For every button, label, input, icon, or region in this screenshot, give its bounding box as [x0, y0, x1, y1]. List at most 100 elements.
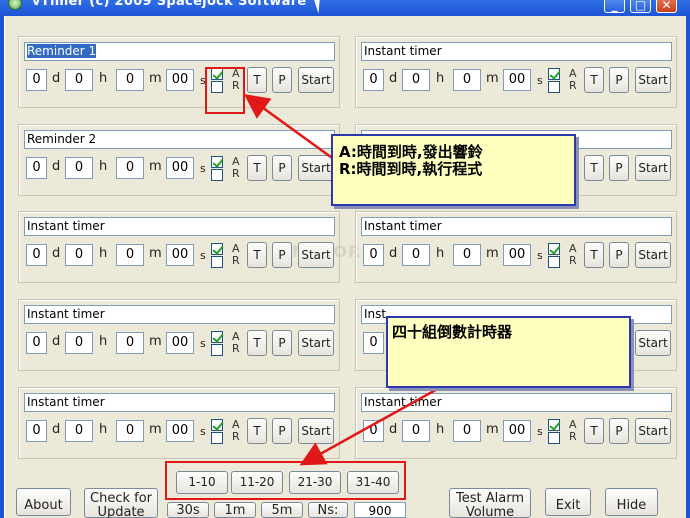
days-input[interactable]: 0: [26, 157, 47, 179]
preset-30s-button[interactable]: 30s: [167, 502, 209, 518]
seconds-input[interactable]: 00: [503, 244, 531, 266]
timer-name-input[interactable]: Reminder 1: [24, 42, 335, 61]
pause-button[interactable]: P: [609, 155, 629, 181]
about-button[interactable]: About: [16, 488, 71, 516]
timer-name-input[interactable]: Instant timer: [24, 217, 335, 236]
start-button[interactable]: Start: [298, 418, 334, 444]
run-program-checkbox[interactable]: [211, 256, 223, 268]
test-button[interactable]: T: [584, 242, 604, 268]
start-button[interactable]: Start: [298, 242, 334, 268]
start-button[interactable]: Start: [635, 67, 671, 93]
pause-button[interactable]: P: [272, 155, 292, 181]
run-program-checkbox[interactable]: [548, 81, 560, 93]
hours-input[interactable]: 0: [65, 420, 93, 442]
minutes-input[interactable]: 0: [116, 332, 144, 354]
pause-button[interactable]: P: [272, 67, 292, 93]
days-input[interactable]: 0: [26, 332, 47, 354]
hours-input[interactable]: 0: [402, 420, 430, 442]
hours-input[interactable]: 0: [65, 69, 93, 91]
seconds-input[interactable]: 00: [166, 244, 194, 266]
minutes-input[interactable]: 0: [453, 420, 481, 442]
run-program-checkbox[interactable]: [211, 344, 223, 356]
timer-panel[interactable]: Instant timer 0 d 0 h 0 m 00 s A R T P Start: [18, 387, 340, 459]
hours-input[interactable]: 0: [65, 157, 93, 179]
run-program-checkbox[interactable]: [211, 169, 223, 181]
test-button[interactable]: T: [247, 242, 267, 268]
hours-input[interactable]: 0: [65, 244, 93, 266]
days-input[interactable]: 0: [363, 420, 384, 442]
test-button[interactable]: T: [584, 67, 604, 93]
start-button[interactable]: Start: [635, 242, 671, 268]
run-program-checkbox[interactable]: [548, 432, 560, 444]
maximize-button[interactable]: □: [630, 0, 651, 13]
preset-ns-button[interactable]: Ns:: [308, 502, 348, 518]
start-button[interactable]: Start: [298, 330, 334, 356]
timer-panel[interactable]: Reminder 1 0 d 0 h 0 m 00 s A R T P Start: [18, 36, 340, 108]
days-input[interactable]: 0: [26, 244, 47, 266]
test-button[interactable]: T: [584, 155, 604, 181]
seconds-input[interactable]: 00: [166, 157, 194, 179]
minutes-input[interactable]: 0: [116, 420, 144, 442]
hours-input[interactable]: 0: [402, 69, 430, 91]
timer-name-input[interactable]: Instant timer: [361, 217, 672, 236]
page-tab-21-30[interactable]: 21-30: [289, 471, 341, 494]
test-button[interactable]: T: [247, 418, 267, 444]
minutes-input[interactable]: 0: [453, 244, 481, 266]
pause-button[interactable]: P: [272, 330, 292, 356]
days-input[interactable]: 0: [363, 69, 384, 91]
alarm-checkbox[interactable]: [211, 331, 223, 343]
test-button[interactable]: T: [584, 418, 604, 444]
seconds-input[interactable]: 00: [166, 420, 194, 442]
timer-panel[interactable]: Instant timer 0 d 0 h 0 m 00 s A R T P Start: [355, 36, 677, 108]
timer-name-input[interactable]: Instant timer: [361, 393, 672, 412]
timer-panel[interactable]: Reminder 2 0 d 0 h 0 m 00 s A R T P Start: [18, 124, 340, 196]
test-button[interactable]: T: [247, 155, 267, 181]
pause-button[interactable]: P: [609, 242, 629, 268]
days-input[interactable]: 0: [363, 332, 384, 354]
start-button[interactable]: Start: [635, 155, 671, 181]
timer-panel[interactable]: Instant timer 0 d 0 h 0 m 00 s A R T P Start: [18, 299, 340, 371]
hours-input[interactable]: 0: [402, 244, 430, 266]
days-input[interactable]: 0: [26, 69, 47, 91]
run-program-checkbox[interactable]: [211, 432, 223, 444]
timer-name-input[interactable]: Instant timer: [24, 305, 335, 324]
alarm-checkbox[interactable]: [211, 156, 223, 168]
test-button[interactable]: T: [247, 330, 267, 356]
pause-button[interactable]: P: [272, 242, 292, 268]
days-input[interactable]: 0: [26, 420, 47, 442]
minutes-input[interactable]: 0: [116, 157, 144, 179]
start-button[interactable]: Start: [635, 330, 671, 356]
alarm-checkbox[interactable]: [211, 419, 223, 431]
run-program-checkbox[interactable]: [548, 256, 560, 268]
alarm-checkbox[interactable]: [211, 243, 223, 255]
start-button[interactable]: Start: [635, 418, 671, 444]
hours-input[interactable]: 0: [65, 332, 93, 354]
check-for-update-button[interactable]: Check for Update: [84, 488, 158, 518]
timer-panel[interactable]: Instant timer 0 d 0 h 0 m 00 s A R T P Start: [355, 211, 677, 283]
timer-panel[interactable]: Instant timer 0 d 0 h 0 m 00 s A R T P Start: [18, 211, 340, 283]
pause-button[interactable]: P: [272, 418, 292, 444]
timer-name-input[interactable]: Instant timer: [361, 42, 672, 61]
seconds-input[interactable]: 00: [166, 332, 194, 354]
minutes-input[interactable]: 0: [453, 69, 481, 91]
preset-1m-button[interactable]: 1m: [214, 502, 256, 518]
pause-button[interactable]: P: [609, 67, 629, 93]
test-button[interactable]: T: [247, 67, 267, 93]
minutes-input[interactable]: 0: [116, 244, 144, 266]
preset-5m-button[interactable]: 5m: [261, 502, 303, 518]
start-button[interactable]: Start: [298, 67, 334, 93]
test-alarm-volume-button[interactable]: Test Alarm Volume: [449, 488, 531, 518]
start-button[interactable]: Start: [298, 155, 334, 181]
page-tab-1-10[interactable]: 1-10: [176, 471, 228, 494]
pause-button[interactable]: P: [609, 418, 629, 444]
hide-button[interactable]: Hide: [605, 488, 658, 516]
page-tab-11-20[interactable]: 11-20: [231, 471, 283, 494]
seconds-input[interactable]: 00: [503, 420, 531, 442]
timer-panel[interactable]: Instant timer 0 d 0 h 0 m 00 s A R T P Start: [355, 387, 677, 459]
seconds-input[interactable]: 00: [503, 69, 531, 91]
title-bar[interactable]: vTimer (c) 2009 Spacejock Software _ □ ✕: [0, 0, 690, 16]
timer-name-input[interactable]: Instant timer: [24, 393, 335, 412]
exit-button[interactable]: Exit: [545, 488, 591, 516]
close-button[interactable]: ✕: [656, 0, 677, 13]
timer-name-input[interactable]: Reminder 2: [24, 130, 335, 149]
